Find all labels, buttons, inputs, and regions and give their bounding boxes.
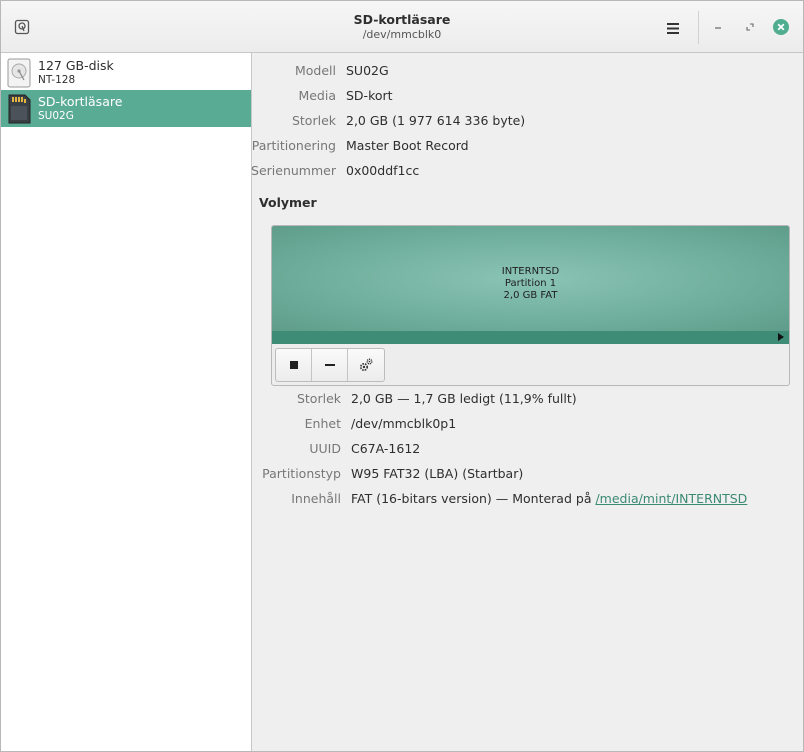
minus-icon (324, 364, 335, 366)
info-label: Storlek (291, 113, 336, 128)
info-row-size: Storlek 2,0 GB (1 977 614 336 byte) (253, 111, 793, 131)
volumes-heading: Volymer (259, 195, 317, 210)
stop-icon (289, 361, 298, 369)
hamburger-menu-icon[interactable] (663, 18, 683, 38)
info-row-serial: Serienummer 0x00ddf1cc (251, 161, 793, 181)
vol-row-contents: Innehåll FAT (16-bitars version) — Monte… (253, 489, 793, 509)
vol-row-uuid: UUID C67A-1612 (253, 439, 793, 459)
sd-card-icon (7, 94, 31, 124)
partition-size-fs: 2,0 GB FAT (503, 290, 558, 301)
drive-details: Modell SU02G Media SD-kort Storlek 2,0 G… (251, 53, 803, 751)
volume-graph: INTERNTSD Partition 1 2,0 GB FAT (271, 225, 790, 386)
info-value: C67A-1612 (351, 441, 421, 456)
header-bar: SD-kortläsare /dev/mmcblk0 (1, 1, 803, 53)
vol-row-device: Enhet /dev/mmcblk0p1 (253, 414, 793, 434)
info-value: 0x00ddf1cc (346, 163, 420, 178)
close-icon[interactable] (773, 19, 789, 35)
info-label: UUID (309, 441, 341, 456)
info-label: Storlek (296, 391, 341, 406)
drive-name: 127 GB-disk (38, 57, 114, 73)
partition-name: INTERNTSD (501, 266, 560, 277)
vol-row-size: Storlek 2,0 GB — 1,7 GB ledigt (11,9% fu… (253, 389, 793, 409)
play-arrow-icon (778, 333, 784, 341)
header-separator (698, 11, 699, 44)
unmount-button[interactable] (276, 349, 312, 381)
contents-text: FAT (16-bitars version) — Monterad på (351, 491, 596, 506)
volume-toolbar (275, 348, 385, 382)
hard-disk-icon (7, 58, 31, 88)
info-row-model: Modell SU02G (253, 61, 793, 81)
info-value: 2,0 GB (1 977 614 336 byte) (346, 113, 526, 128)
sidebar-item-127gb-disk[interactable]: 127 GB-disk NT-128 (1, 54, 251, 91)
mount-point-link[interactable]: /media/mint/INTERNTSD (595, 491, 747, 506)
info-value: Master Boot Record (346, 138, 469, 153)
minimize-icon[interactable] (709, 18, 727, 36)
info-label: Partitionstyp (262, 466, 341, 481)
info-value: FAT (16-bitars version) — Monterad på /m… (351, 489, 747, 509)
info-value: W95 FAT32 (LBA) (Startbar) (351, 466, 524, 481)
drive-sidebar: 127 GB-disk NT-128 SD-kortläsare SU02G (1, 53, 252, 751)
info-value: 2,0 GB — 1,7 GB ledigt (11,9% fullt) (351, 391, 577, 406)
volume-strip (272, 331, 789, 344)
info-label: Media (298, 88, 336, 103)
drive-name: SD-kortläsare (38, 93, 123, 109)
partition-options-button[interactable] (348, 349, 384, 381)
info-value: SU02G (346, 63, 389, 78)
disks-window: SD-kortläsare /dev/mmcblk0 127 GB-disk N… (0, 0, 804, 752)
info-label: Partitionering (251, 138, 336, 153)
drive-model: NT-128 (38, 73, 76, 86)
vol-row-partition-type: Partitionstyp W95 FAT32 (LBA) (Startbar) (253, 464, 793, 484)
info-label: Innehåll (291, 491, 341, 506)
drive-model: SU02G (38, 109, 74, 122)
partition-block[interactable]: INTERNTSD Partition 1 2,0 GB FAT (272, 226, 789, 331)
info-row-partitioning: Partitionering Master Boot Record (251, 136, 793, 156)
info-label: Modell (294, 63, 336, 78)
partition-number: Partition 1 (504, 278, 557, 289)
info-row-media: Media SD-kort (253, 86, 793, 106)
delete-partition-button[interactable] (312, 349, 348, 381)
info-label: Serienummer (251, 163, 336, 178)
maximize-icon[interactable] (741, 18, 759, 36)
gears-icon (359, 358, 373, 372)
info-value: /dev/mmcblk0p1 (351, 416, 457, 431)
sidebar-item-sd-card-reader[interactable]: SD-kortläsare SU02G (1, 90, 251, 127)
info-value: SD-kort (346, 88, 393, 103)
info-label: Enhet (304, 416, 341, 431)
